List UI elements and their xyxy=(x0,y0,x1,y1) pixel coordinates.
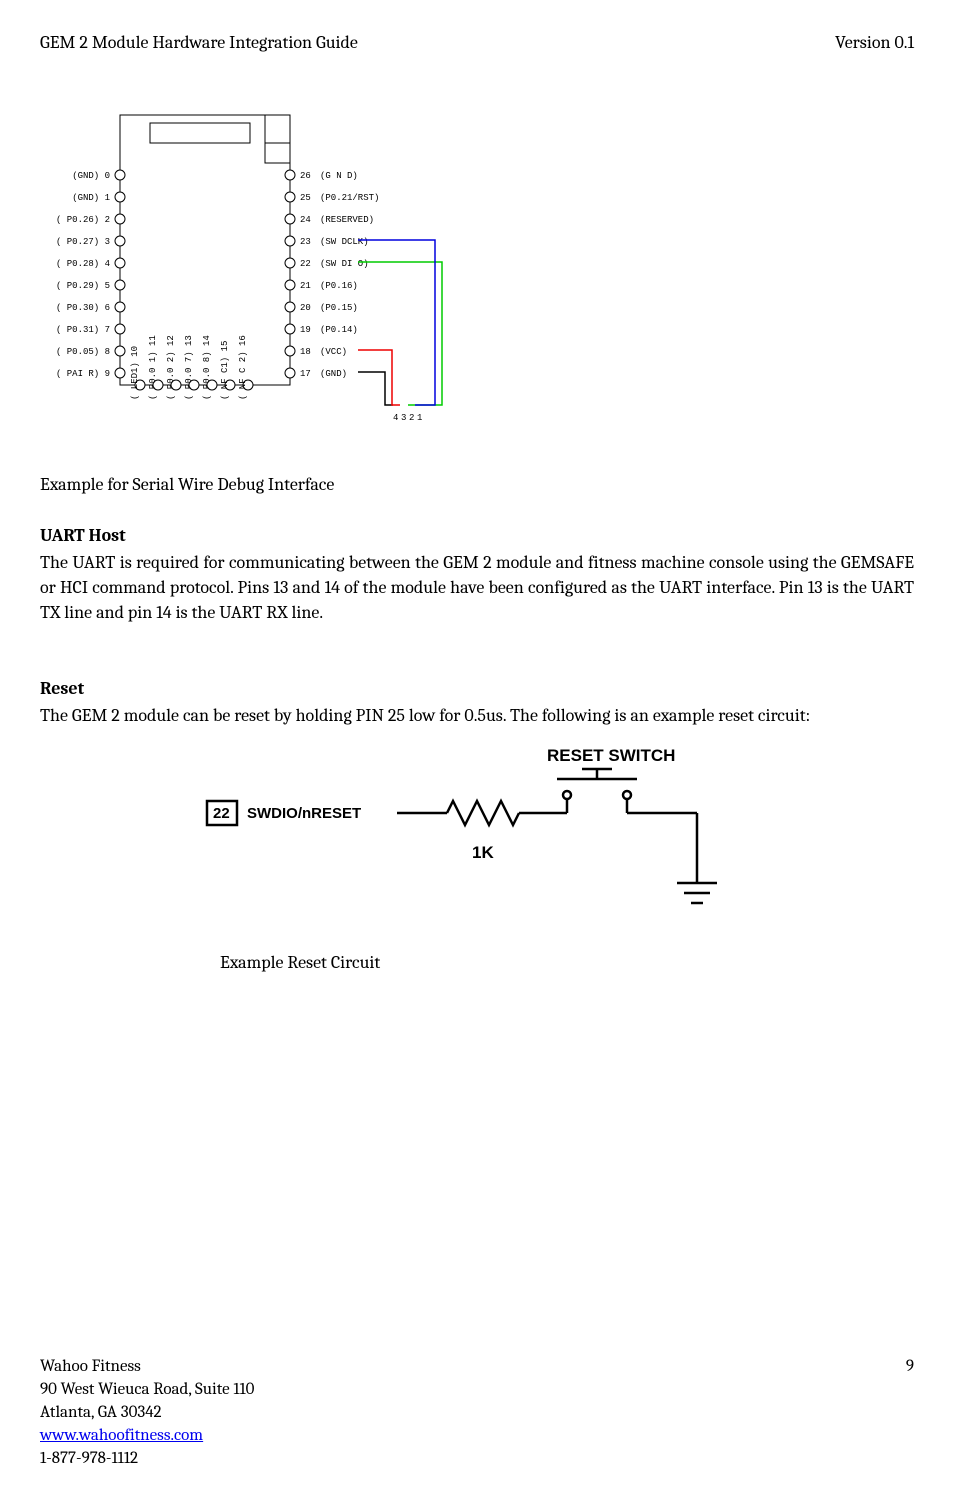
svg-text:(SW DI O): (SW DI O) xyxy=(320,259,369,269)
svg-text:(GND) 0: (GND) 0 xyxy=(72,171,110,181)
svg-text:( P0.0 7) 13: ( P0.0 7) 13 xyxy=(184,335,194,400)
page-footer: Wahoo Fitness 90 West Wieuca Road, Suite… xyxy=(40,1356,914,1471)
svg-text:(VCC): (VCC) xyxy=(320,347,347,357)
svg-text:24: 24 xyxy=(300,215,311,225)
svg-text:( P0.27) 3: ( P0.27) 3 xyxy=(56,237,110,247)
reset-caption: Example Reset Circuit xyxy=(220,950,914,975)
svg-text:( P0.29) 5: ( P0.29) 5 xyxy=(56,281,110,291)
svg-text:(G N D): (G N D) xyxy=(320,171,358,181)
svg-text:( PAI R) 9: ( PAI R) 9 xyxy=(56,369,110,379)
svg-text:18: 18 xyxy=(300,347,311,357)
svg-text:26: 26 xyxy=(300,171,311,181)
svg-text:( P0.0 1) 11: ( P0.0 1) 11 xyxy=(148,335,158,400)
svg-text:25: 25 xyxy=(300,193,311,203)
svg-text:(P0.14): (P0.14) xyxy=(320,325,358,335)
footer-address1: 90 West Wieuca Road, Suite 110 xyxy=(40,1379,914,1402)
svg-text:( P0.28) 4: ( P0.28) 4 xyxy=(56,259,110,269)
svg-text:( NF C 2) 16: ( NF C 2) 16 xyxy=(238,335,248,400)
svg-text:4: 4 xyxy=(393,413,398,423)
svg-text:( LED1) 10: ( LED1) 10 xyxy=(130,346,140,400)
svg-text:(P0.15): (P0.15) xyxy=(320,303,358,313)
doc-title: GEM 2 Module Hardware Integration Guide xyxy=(40,30,358,55)
svg-text:(GND): (GND) xyxy=(320,369,347,379)
uart-heading: UART Host xyxy=(40,523,914,548)
svg-text:19: 19 xyxy=(300,325,311,335)
svg-text:20: 20 xyxy=(300,303,311,313)
svg-text:1: 1 xyxy=(417,413,422,423)
pinout-diagram: (GND) 0 (GND) 1 ( P0.26) 2 ( P0.27) 3 ( P0.2… xyxy=(40,105,914,452)
svg-text:( P0.0 8) 14: ( P0.0 8) 14 xyxy=(202,335,212,400)
svg-text:( P0.26) 2: ( P0.26) 2 xyxy=(56,215,110,225)
page-number: 9 xyxy=(906,1356,914,1379)
doc-version: Version 0.1 xyxy=(835,30,914,55)
svg-text:23: 23 xyxy=(300,237,311,247)
reset-pin-num: 22 xyxy=(213,805,230,822)
svg-text:( NF C1) 15: ( NF C1) 15 xyxy=(220,341,230,400)
footer-company: Wahoo Fitness xyxy=(40,1356,914,1379)
footer-website[interactable]: www.wahoofitness.com xyxy=(40,1426,203,1445)
svg-text:(P0.21/RST): (P0.21/RST) xyxy=(320,193,379,203)
svg-text:(RESERVED): (RESERVED) xyxy=(320,215,374,225)
footer-phone: 1-877-978-1112 xyxy=(40,1448,914,1471)
svg-text:(SW DCLK): (SW DCLK) xyxy=(320,237,369,247)
page-header: GEM 2 Module Hardware Integration Guide … xyxy=(40,30,914,55)
svg-text:( P0.0 2) 12: ( P0.0 2) 12 xyxy=(166,335,176,400)
uart-body: The UART is required for communicating b… xyxy=(40,550,914,626)
svg-text:3: 3 xyxy=(401,413,406,423)
reset-body: The GEM 2 module can be reset by holding… xyxy=(40,703,914,728)
resistor-label: 1K xyxy=(472,843,494,862)
svg-text:( P0.05) 8: ( P0.05) 8 xyxy=(56,347,110,357)
reset-switch-label: RESET SWITCH xyxy=(547,746,675,765)
reset-pin-label: SWDIO/nRESET xyxy=(247,805,361,822)
svg-text:22: 22 xyxy=(300,259,311,269)
footer-address2: Atlanta, GA 30342 xyxy=(40,1402,914,1425)
svg-text:17: 17 xyxy=(300,369,311,379)
svg-text:( P0.30) 6: ( P0.30) 6 xyxy=(56,303,110,313)
svg-text:21: 21 xyxy=(300,281,311,291)
svg-text:(GND) 1: (GND) 1 xyxy=(72,193,110,203)
svg-text:2: 2 xyxy=(409,413,414,423)
diagram1-caption: Example for Serial Wire Debug Interface xyxy=(40,472,914,497)
reset-circuit-diagram: RESET SWITCH 22 SWDIO/nRESET 1K xyxy=(40,743,914,940)
svg-text:( P0.31) 7: ( P0.31) 7 xyxy=(56,325,110,335)
reset-heading: Reset xyxy=(40,676,914,701)
svg-text:(P0.16): (P0.16) xyxy=(320,281,358,291)
